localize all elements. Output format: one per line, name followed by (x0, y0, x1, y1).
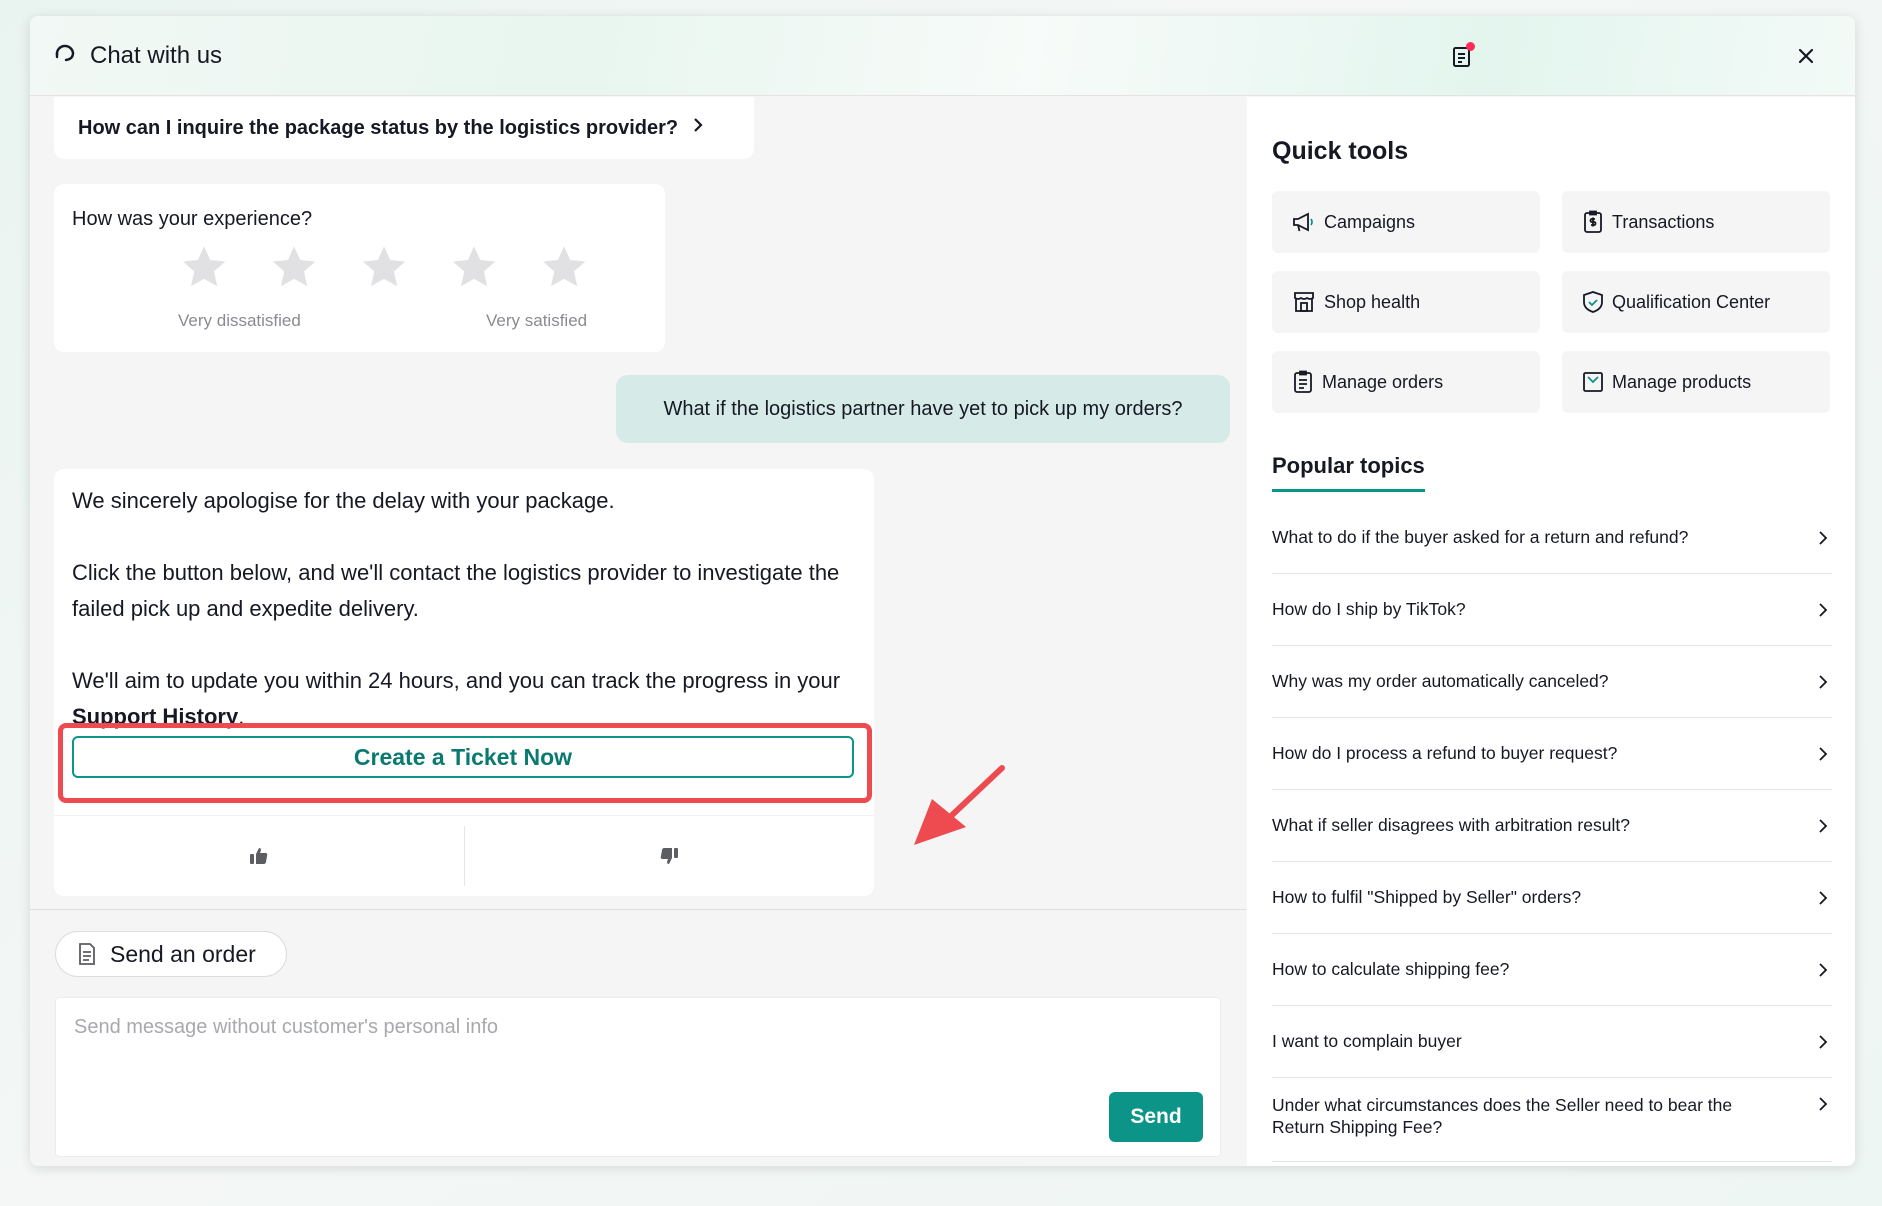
history-notice-icon[interactable] (1446, 40, 1478, 72)
message-input-box: Send (55, 997, 1221, 1157)
notification-dot (1466, 42, 1475, 51)
rating-low-label: Very dissatisfied (178, 311, 301, 330)
topic-item[interactable]: How do I process a refund to buyer reque… (1272, 718, 1832, 790)
faq-link-text: How can I inquire the package status by … (78, 116, 679, 139)
tool-manage-orders[interactable]: Manage orders (1272, 351, 1540, 413)
send-order-label: Send an order (110, 940, 256, 967)
page-title: Chat with us (90, 42, 223, 69)
chevron-right-icon (1819, 674, 1828, 689)
star-icon[interactable] (448, 242, 500, 294)
send-order-button[interactable]: Send an order (55, 931, 287, 977)
user-message-bubble: What if the logistics partner have yet t… (616, 375, 1230, 443)
topic-item[interactable]: I want to complain buyer (1272, 1006, 1832, 1078)
send-button[interactable]: Send (1109, 1092, 1203, 1142)
topic-label: How to fulfil "Shipped by Seller" orders… (1272, 887, 1582, 907)
clipboard-icon (1294, 370, 1312, 393)
tool-qualification-center[interactable]: Qualification Center (1562, 271, 1830, 333)
tab-popular-topics[interactable]: Popular topics (1272, 453, 1425, 492)
chat-messages[interactable]: How can I inquire the package status by … (30, 97, 1246, 909)
rating-card: How was your experience? Very dissatisfi… (54, 184, 665, 352)
message-input[interactable] (74, 1016, 1094, 1096)
shield-icon (1583, 291, 1603, 313)
topic-label: Under what circumstances does the Seller… (1272, 1095, 1733, 1137)
topic-item[interactable]: How to calculate shipping fee? (1272, 934, 1832, 1006)
topic-item[interactable]: How to fulfil "Shipped by Seller" orders… (1272, 862, 1832, 934)
tool-label: Transactions (1612, 211, 1715, 232)
annotation-arrow-icon (914, 765, 1005, 845)
bot-paragraph: Click the button below, and we'll contac… (72, 560, 840, 621)
star-icon[interactable] (358, 242, 410, 294)
rating-high-label: Very satisfied (486, 311, 588, 330)
tool-label: Manage products (1612, 371, 1752, 392)
shop-icon (1294, 292, 1314, 312)
bot-paragraph: We sincerely apologise for the delay wit… (72, 488, 615, 513)
chat-window: Chat with us How can I inquire the packa… (30, 16, 1855, 1166)
topic-item[interactable]: How do I ship by TikTok? (1272, 574, 1832, 646)
chevron-right-icon (1819, 602, 1828, 617)
thumbs-down-button[interactable] (465, 816, 875, 896)
box-icon (1583, 372, 1603, 392)
chevron-right-icon (1819, 530, 1828, 545)
faq-link-card[interactable]: How can I inquire the package status by … (54, 97, 754, 159)
star-icon[interactable] (538, 242, 590, 294)
chevron-right-icon (1819, 890, 1828, 905)
topic-item[interactable]: What to do if the buyer asked for a retu… (1272, 502, 1832, 574)
bot-text-segment: We'll aim to update you within 24 hours,… (72, 668, 841, 693)
transactions-icon (1584, 210, 1602, 233)
bot-message-text: We sincerely apologise for the delay wit… (72, 483, 862, 735)
topic-label: What if seller disagrees with arbitratio… (1272, 815, 1630, 835)
thumbs-down-icon (661, 848, 679, 864)
side-panel: Quick tools Campaigns Transactions Shop … (1247, 97, 1855, 1166)
topic-label: I want to complain buyer (1272, 1031, 1462, 1051)
topic-label: What to do if the buyer asked for a retu… (1272, 527, 1689, 547)
tool-label: Qualification Center (1612, 291, 1771, 312)
topic-item[interactable]: Why was my order automatically canceled? (1272, 646, 1832, 718)
tool-campaigns[interactable]: Campaigns (1272, 191, 1540, 253)
popular-topics-list: What to do if the buyer asked for a retu… (1272, 502, 1832, 1162)
thumbs-up-button[interactable] (54, 816, 464, 896)
topic-label: Why was my order automatically canceled? (1272, 671, 1609, 691)
chevron-right-icon (1819, 746, 1828, 761)
tool-label: Shop health (1324, 291, 1421, 312)
create-ticket-button[interactable]: Create a Ticket Now (72, 736, 854, 778)
bot-message-card: We sincerely apologise for the delay wit… (54, 469, 874, 896)
chevron-right-icon (692, 116, 704, 140)
header-title-group: Chat with us (52, 39, 222, 73)
chevron-right-icon (1819, 962, 1828, 977)
rating-stars (178, 242, 590, 294)
chevron-right-icon (1819, 1034, 1828, 1049)
chat-header: Chat with us (30, 16, 1855, 96)
close-icon[interactable] (1790, 40, 1822, 72)
tool-transactions[interactable]: Transactions (1562, 191, 1830, 253)
quick-tools-title: Quick tools (1272, 137, 1409, 165)
headset-icon (52, 40, 78, 73)
rating-question: How was your experience? (72, 208, 313, 230)
tool-manage-products[interactable]: Manage products (1562, 351, 1830, 413)
thumbs-up-icon (249, 848, 267, 864)
quick-tools-grid: Campaigns Transactions Shop health Quali… (1272, 191, 1830, 413)
tool-label: Manage orders (1322, 371, 1444, 392)
star-icon[interactable] (268, 242, 320, 294)
topic-item[interactable]: What if seller disagrees with arbitratio… (1272, 790, 1832, 862)
tool-shop-health[interactable]: Shop health (1272, 271, 1540, 333)
chevron-right-icon (1819, 818, 1828, 833)
topic-label: How do I process a refund to buyer reque… (1272, 743, 1618, 763)
topic-item[interactable]: Under what circumstances does the Seller… (1272, 1078, 1832, 1162)
topic-label: How do I ship by TikTok? (1272, 599, 1466, 619)
composer: Send an order Send (30, 909, 1246, 1166)
megaphone-icon (1293, 212, 1313, 232)
tool-label: Campaigns (1324, 211, 1416, 232)
document-icon (79, 943, 95, 965)
feedback-row (54, 815, 874, 896)
topic-label: How to calculate shipping fee? (1272, 959, 1510, 979)
star-icon[interactable] (178, 242, 230, 294)
chevron-right-icon (1819, 1097, 1828, 1111)
